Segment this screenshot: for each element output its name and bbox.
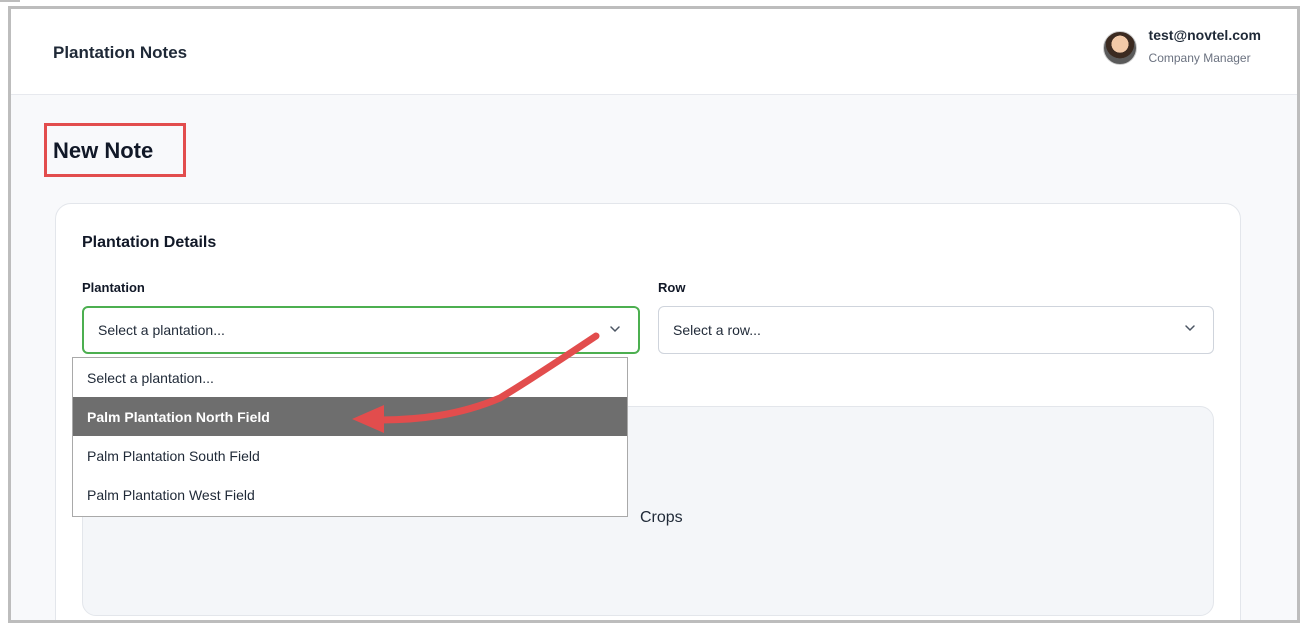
dropdown-option-north-field[interactable]: Palm Plantation North Field (73, 397, 627, 436)
avatar[interactable] (1102, 31, 1137, 65)
plantation-label: Plantation (82, 280, 145, 295)
chevron-down-icon (610, 326, 620, 333)
dropdown-option-south-field[interactable]: Palm Plantation South Field (73, 436, 627, 475)
user-info: test@novtel.com Company Manager (1149, 27, 1261, 65)
top-header: Plantation Notes test@novtel.com Company… (11, 9, 1297, 95)
row-label: Row (658, 280, 686, 295)
section-title: Plantation Details (82, 234, 217, 251)
row-select-value: Select a row... (673, 322, 761, 338)
user-profile[interactable]: test@novtel.com Company Manager (1102, 27, 1261, 65)
dropdown-option-placeholder[interactable]: Select a plantation... (73, 358, 627, 397)
plantation-select[interactable]: Select a plantation... (82, 306, 640, 354)
top-edge-line (0, 0, 20, 2)
row-select[interactable]: Select a row... (658, 306, 1214, 354)
dropdown-option-west-field[interactable]: Palm Plantation West Field (73, 475, 627, 514)
crops-label: Crops (640, 509, 683, 526)
user-email: test@novtel.com (1148, 27, 1261, 43)
app-window: Plantation Notes test@novtel.com Company… (8, 6, 1300, 623)
user-role: Company Manager (1148, 51, 1251, 65)
app-title: Plantation Notes (53, 43, 188, 62)
chevron-down-icon (1185, 325, 1195, 332)
plantation-select-value: Select a plantation... (98, 322, 225, 338)
page-title: New Note (53, 138, 154, 163)
plantation-dropdown-list: Select a plantation... Palm Plantation N… (72, 357, 628, 517)
